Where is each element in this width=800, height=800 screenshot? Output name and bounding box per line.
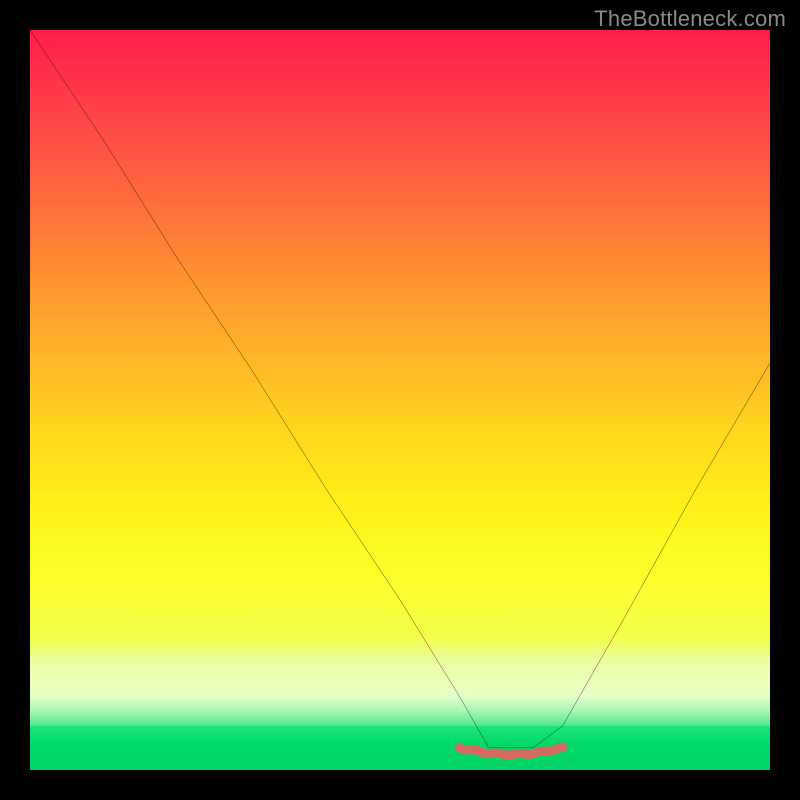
plot-area: [30, 30, 770, 770]
optimal-range-marker: [30, 30, 770, 770]
chart-frame: TheBottleneck.com: [0, 0, 800, 800]
watermark-text: TheBottleneck.com: [594, 6, 786, 32]
